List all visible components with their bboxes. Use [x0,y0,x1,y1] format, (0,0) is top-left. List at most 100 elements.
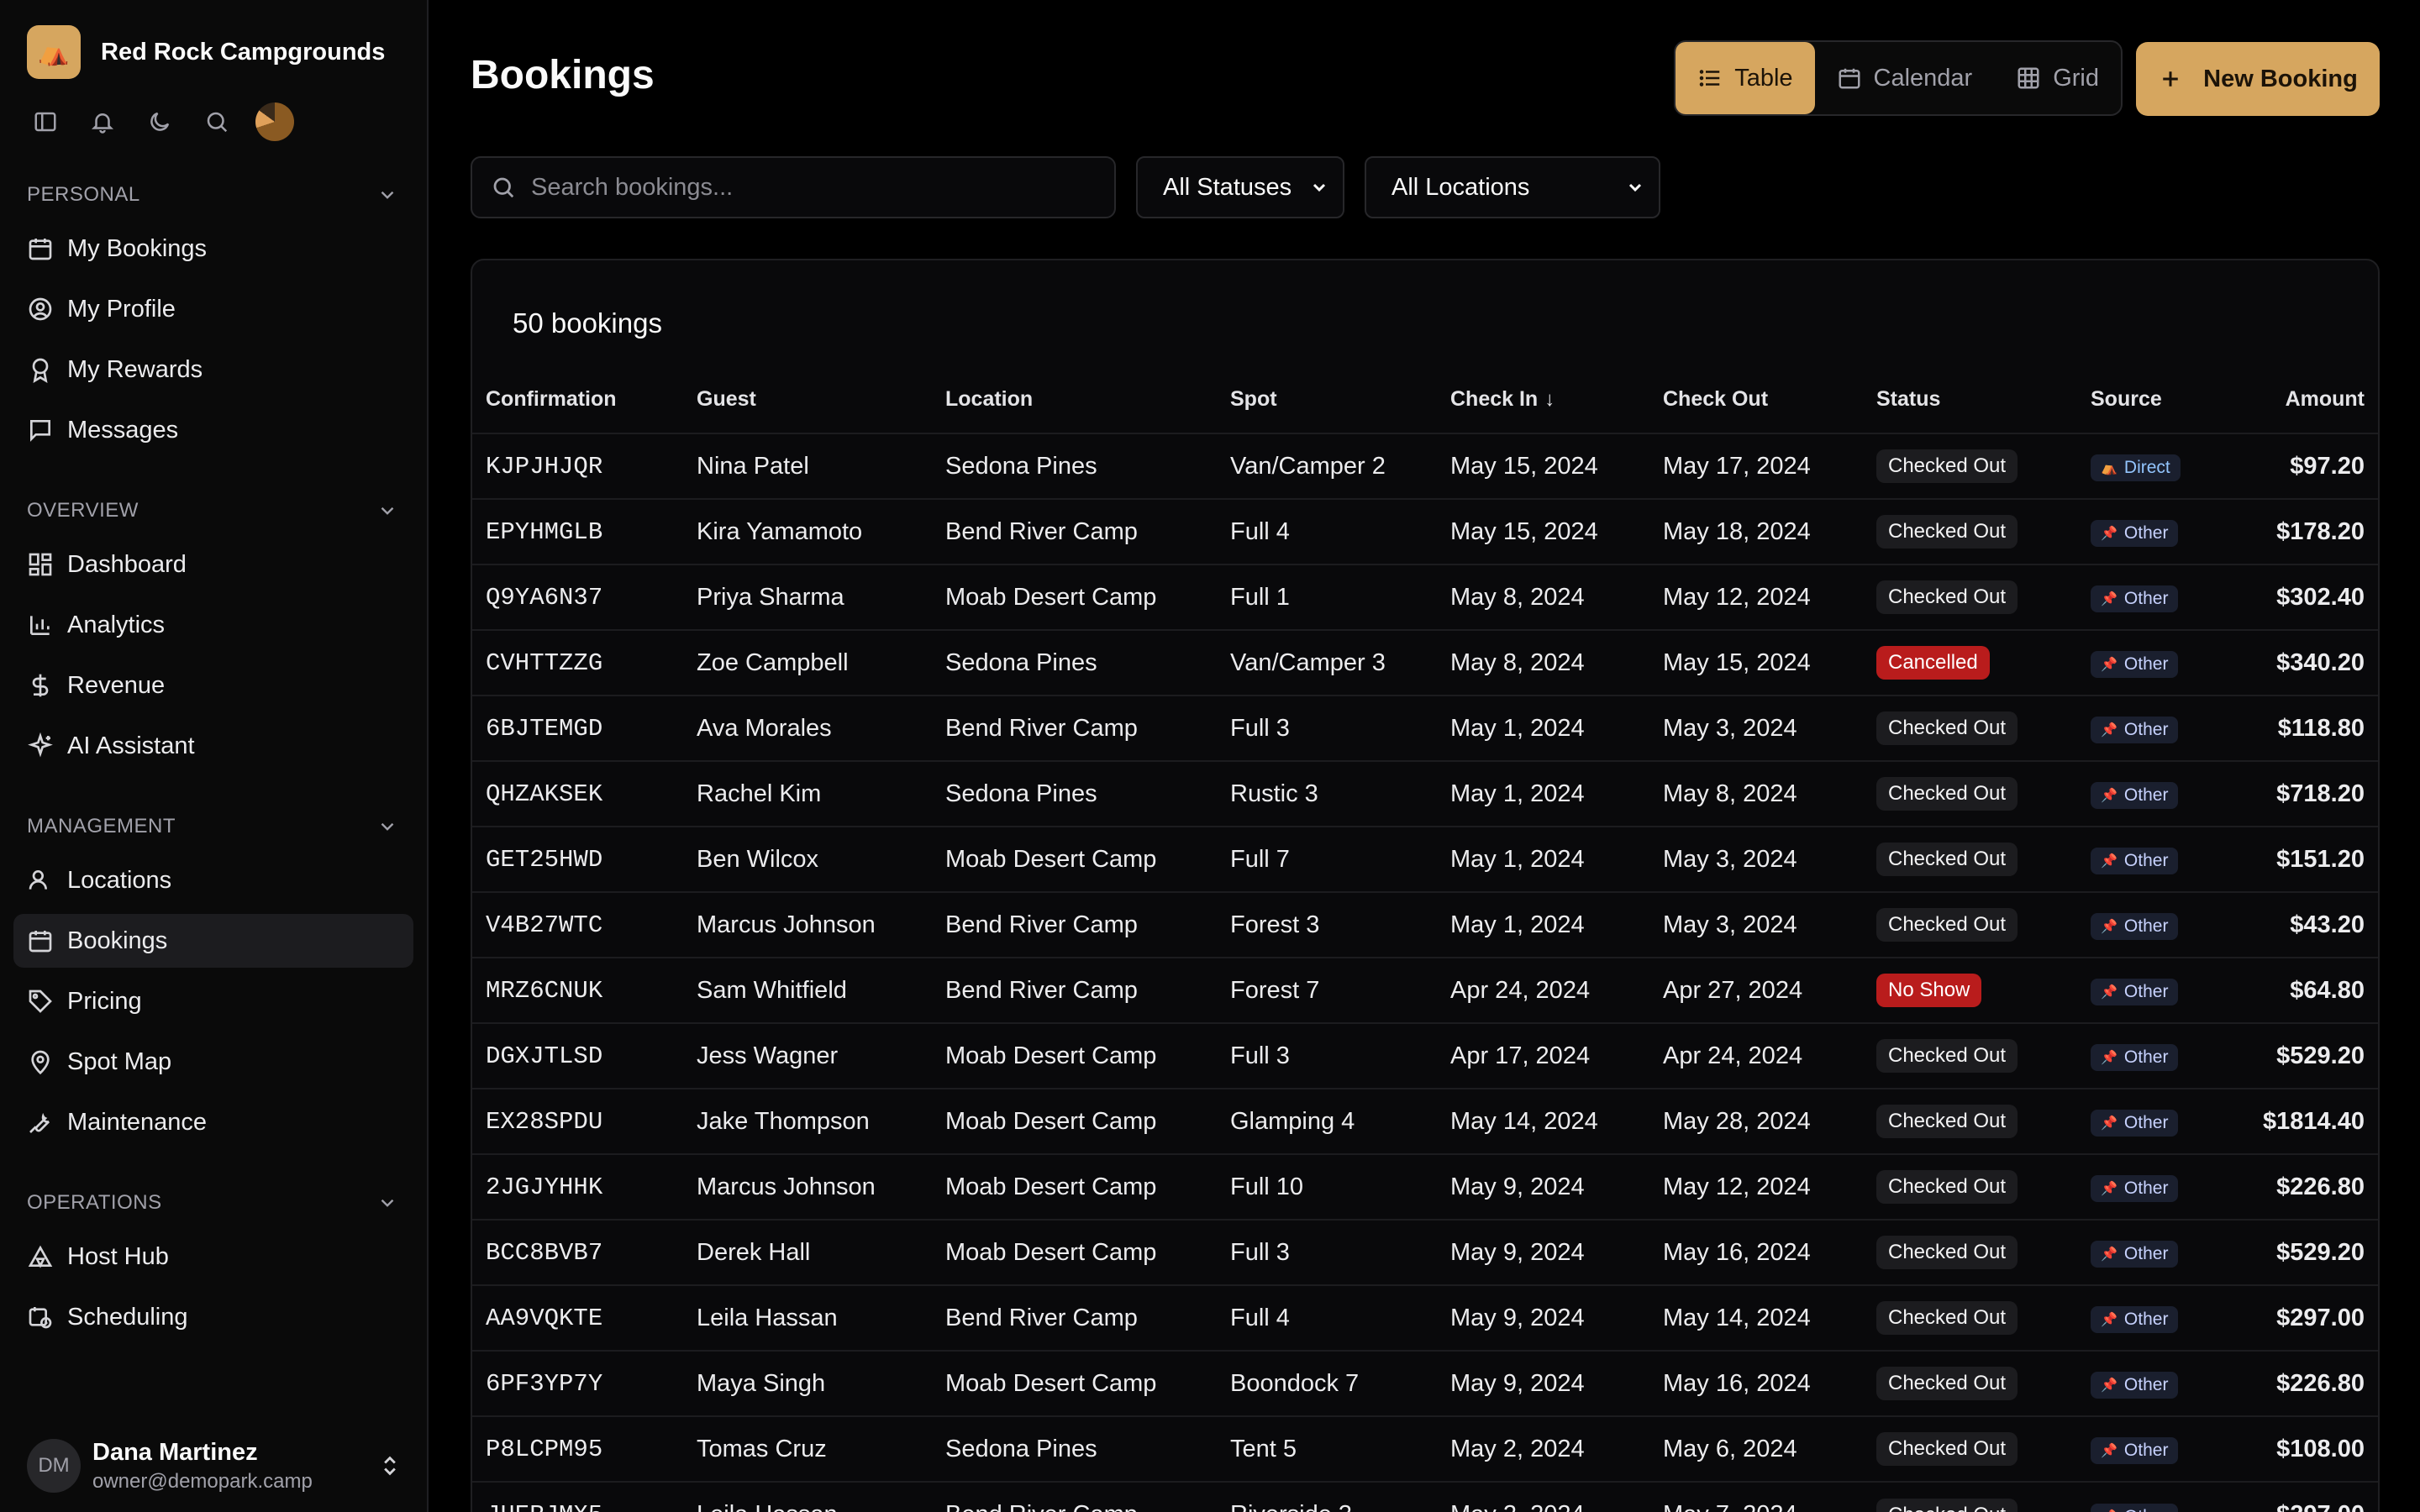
table-row[interactable]: AA9VQKTE Leila Hassan Bend River Camp Full … [472,1284,2378,1351]
sidebar-item-my-profile[interactable]: My Profile [13,282,413,336]
cell-check-in: May 1, 2024 [1437,760,1649,827]
cell-check-in: May 9, 2024 [1437,1219,1649,1285]
cell-check-out: May 3, 2024 [1649,826,1863,892]
profile-avatar[interactable] [255,102,294,141]
filter-bar: All Statuses All Locations [471,156,1660,218]
table-row[interactable]: P8LCPM95 Tomas Cruz Sedona Pines Tent 5 May … [472,1415,2378,1482]
sidebar-item-revenue[interactable]: Revenue [13,659,413,712]
section-header[interactable]: OVERVIEW [0,494,427,528]
sidebar-item-host-hub[interactable]: Host Hub [13,1230,413,1284]
sidebar-item-bookings[interactable]: Bookings [13,914,413,968]
pin-icon: 📌 [2101,1051,2118,1065]
table-row[interactable]: JHERJMX5Leila HassanBend River CampRiver… [472,1481,2378,1512]
column-header-confirmation[interactable]: Confirmation [472,366,683,433]
table-row[interactable]: Q9YA6N37 Priya Sharma Moab Desert Camp Full… [472,564,2378,630]
sidebar-item-label: Host Hub [67,1242,169,1270]
sidebar-item-locations[interactable]: Locations [13,853,413,907]
cell-spot: Full 4 [1217,1284,1437,1351]
status-badge: Checked Out [1876,1039,2018,1073]
sidebar-item-scheduling[interactable]: Scheduling [13,1290,413,1344]
cell-confirmation: CVHTTZZG [472,629,683,696]
list-icon [1699,70,1720,87]
column-header-check-out[interactable]: Check Out [1649,366,1863,433]
cell-confirmation: BCC8BVB7 [472,1219,683,1285]
sidebar-item-my-bookings[interactable]: My Bookings [13,222,413,276]
sidebar-item-analytics[interactable]: Analytics [13,598,413,652]
column-header-guest[interactable]: Guest [683,366,932,433]
cell-confirmation: AA9VQKTE [472,1284,683,1351]
view-table-button[interactable]: Table [1676,42,1815,114]
cell-status: Checked Out [1863,1022,2077,1089]
brand[interactable]: ⛺ Red Rock Campgrounds [27,25,427,79]
cell-confirmation: GET25HWD [472,826,683,892]
cell-status: Checked Out [1863,1284,2077,1351]
user-email: owner@demopark.camp [92,1469,313,1493]
column-header-status[interactable]: Status [1863,366,2077,433]
table-row[interactable]: KJPJHJQR Nina Patel Sedona Pines Van/Camper… [472,433,2378,499]
location-select[interactable]: All Locations [1365,156,1660,218]
table-row[interactable]: 6PF3YP7Y Maya Singh Moab Desert Camp Boondo… [472,1350,2378,1416]
pin-icon: 📌 [2101,1247,2118,1262]
view-calendar-button[interactable]: Calendar [1815,42,1995,114]
cell-check-in: May 8, 2024 [1437,564,1649,630]
status-select[interactable]: All Statuses [1136,156,1344,218]
cell-status: Checked Out [1863,1415,2077,1482]
search-icon[interactable] [198,103,235,140]
table-row[interactable]: EX28SPDU Jake Thompson Moab Desert Camp Gla… [472,1088,2378,1154]
sidebar-item-spot-map[interactable]: Spot Map [13,1035,413,1089]
table-row[interactable]: EPYHMGLB Kira Yamamoto Bend River Camp Full… [472,498,2378,564]
search-input[interactable] [531,173,1102,202]
section-header[interactable]: OPERATIONS [0,1186,427,1220]
message-icon [30,420,50,442]
cell-source: 📌 Other [2077,1350,2223,1416]
tent-logo-icon: ⛺ [27,25,81,79]
sidebar-item-messages[interactable]: Messages [13,403,413,457]
source-label: Other [2123,523,2169,543]
new-booking-button[interactable]: New Booking [2136,42,2380,116]
table-row[interactable]: GET25HWD Ben Wilcox Moab Desert Camp Full 7… [472,826,2378,892]
cell-status: Checked Out [1863,695,2077,761]
source-badge: 📌 Other [2091,848,2179,874]
source-label: Other [2123,982,2169,1001]
sidebar-item-maintenance[interactable]: Maintenance [13,1095,413,1149]
cell-check-in: May 15, 2024 [1437,433,1649,499]
section-header[interactable]: PERSONAL [0,178,427,212]
cell-spot: Full 7 [1217,826,1437,892]
cell-confirmation: 6BJTEMGD [472,695,683,761]
user-menu[interactable]: DM Dana Martinez owner@demopark.camp [27,1431,402,1500]
cell-check-out: May 3, 2024 [1649,891,1863,958]
user-avatar: DM [27,1439,81,1493]
moon-icon[interactable] [141,103,178,140]
cell-check-out: May 15, 2024 [1649,629,1863,696]
cell-spot: Forest 3 [1217,891,1437,958]
sidebar-toggle-icon[interactable] [27,103,64,140]
table-row[interactable]: DGXJTLSD Jess Wagner Moab Desert Camp Full … [472,1022,2378,1089]
cell-check-in: May 1, 2024 [1437,826,1649,892]
sidebar-item-dashboard[interactable]: Dashboard [13,538,413,591]
table-row[interactable]: BCC8BVB7 Derek Hall Moab Desert Camp Full 3… [472,1219,2378,1285]
table-row[interactable]: QHZAKSEK Rachel Kim Sedona Pines Rustic 3 Ma… [472,760,2378,827]
chevron-down-icon [381,822,394,831]
table-row[interactable]: MRZ6CNUK Sam Whitfield Bend River Camp Fore… [472,957,2378,1023]
view-grid-button[interactable]: Grid [1994,42,2121,114]
sidebar-item-pricing[interactable]: Pricing [13,974,413,1028]
section-header[interactable]: MANAGEMENT [0,810,427,843]
status-badge: Checked Out [1876,777,2018,811]
column-header-amount[interactable]: Amount [2223,366,2378,433]
column-header-location[interactable]: Location [932,366,1217,433]
bell-icon[interactable] [84,103,121,140]
table-row[interactable]: V4B27WTC Marcus Johnson Bend River Camp For… [472,891,2378,958]
sidebar-item-ai-assistant[interactable]: AI Assistant [13,719,413,773]
cell-status: Checked Out [1863,1219,2077,1285]
column-header-spot[interactable]: Spot [1217,366,1437,433]
sidebar-item-my-rewards[interactable]: My Rewards [13,343,413,396]
chevron-down-icon [381,507,394,515]
table-row[interactable]: 6BJTEMGD Ava Morales Bend River Camp Full 3… [472,695,2378,761]
section-management: MANAGEMENT Locations Bookings Pricing Sp… [0,810,427,1149]
column-header-check-in[interactable]: Check In ↓ [1437,366,1649,433]
table-row[interactable]: 2JGJYHHK Marcus Johnson Moab Desert Camp Fu… [472,1153,2378,1220]
column-header-source[interactable]: Source [2077,366,2223,433]
cell-amount: $302.40 [2223,564,2378,630]
source-badge: 📌 Other [2091,979,2179,1005]
table-row[interactable]: CVHTTZZG Zoe Campbell Sedona Pines Van/Camp… [472,629,2378,696]
